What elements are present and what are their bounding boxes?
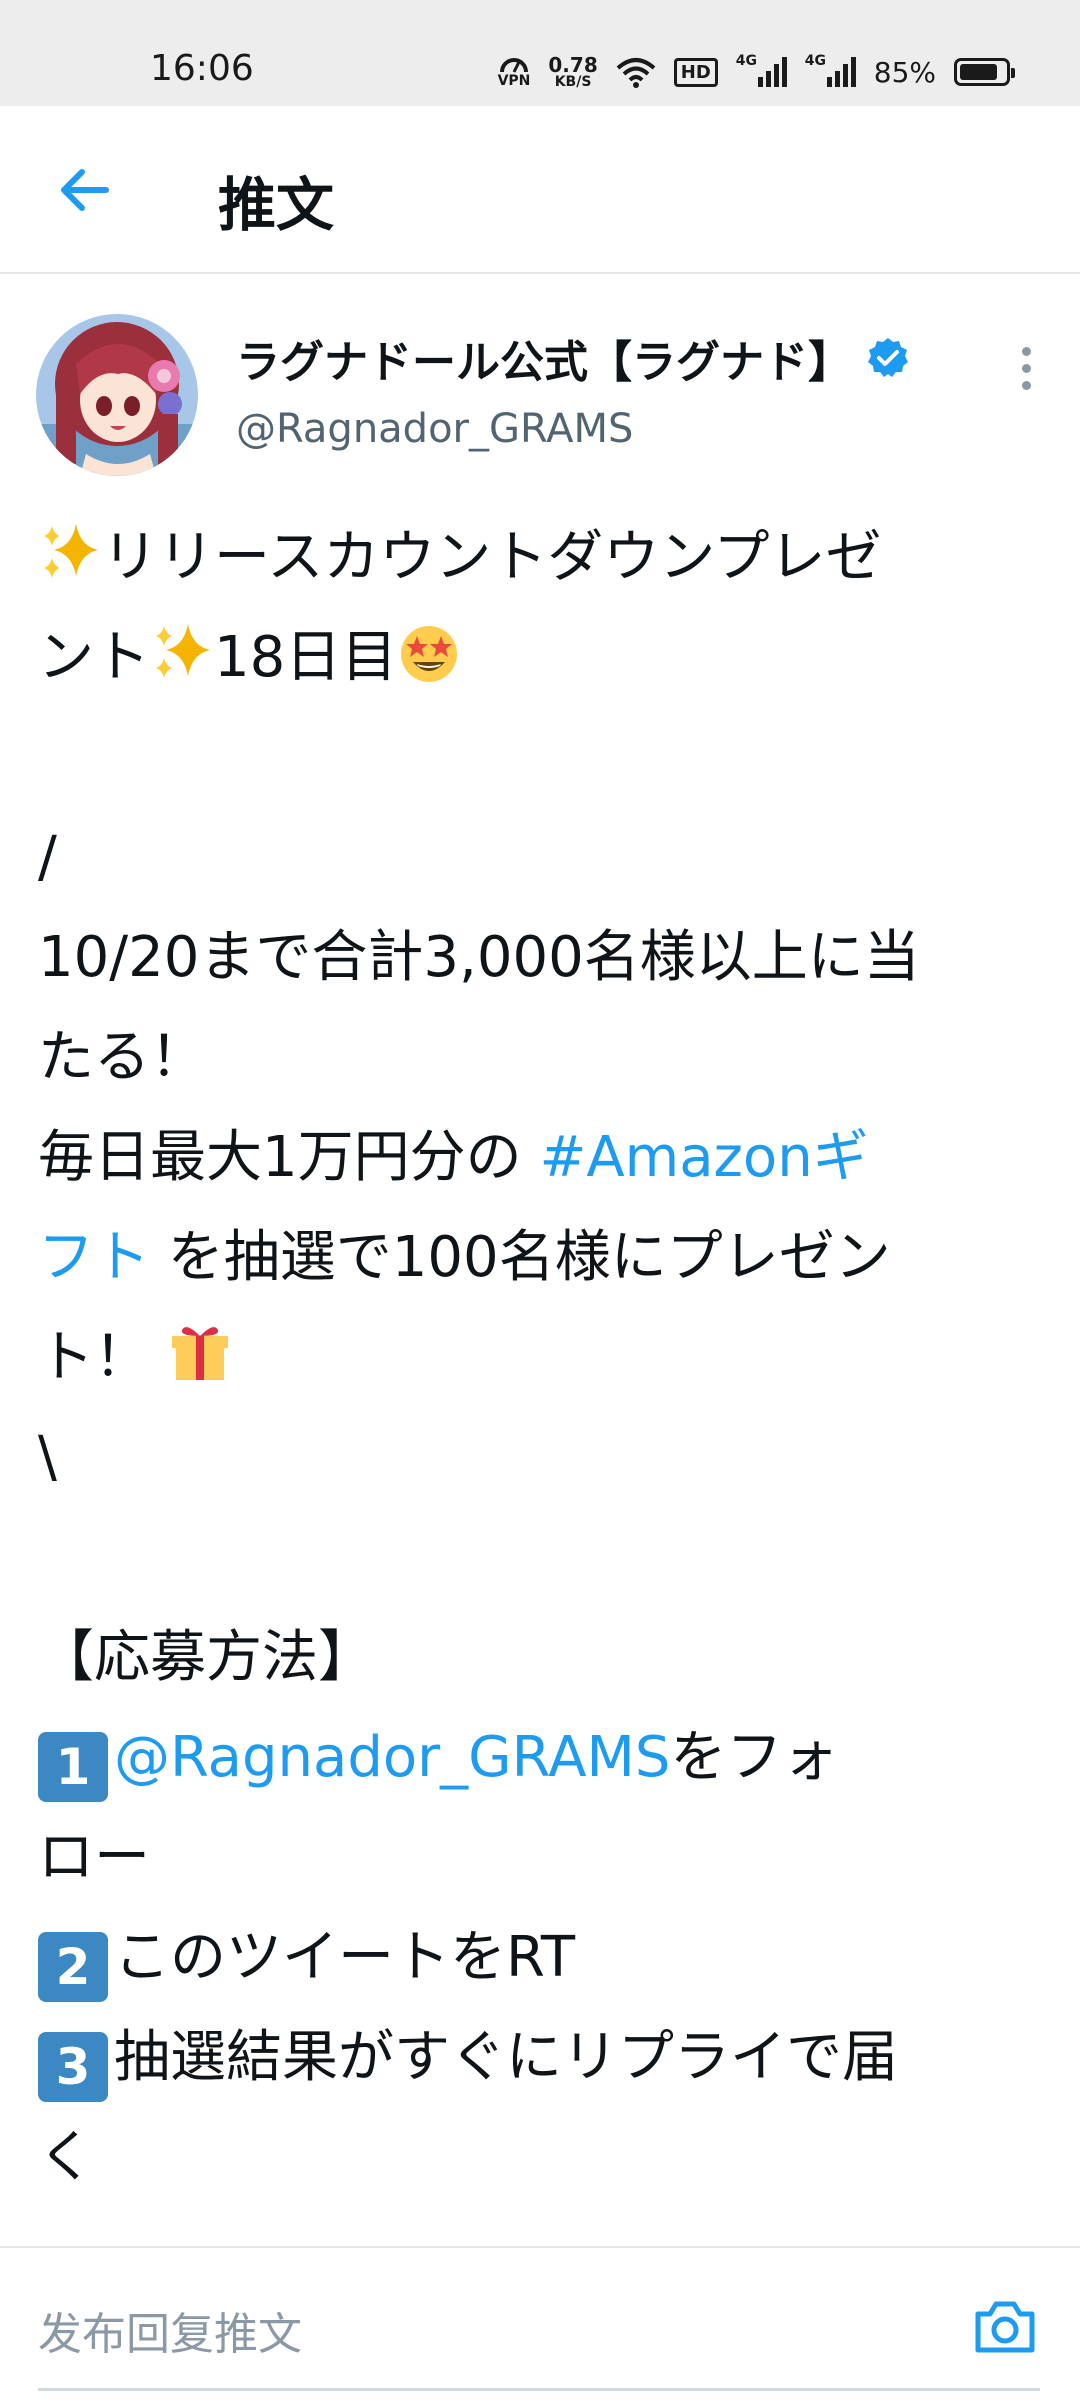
status-bar: 16:06 VPN 0.78 KB/S HD 4G 4G 85% (0, 0, 1080, 106)
star-struck-emoji-icon (401, 626, 458, 682)
tweet-line: 毎日最大1万円分の #Amazonギ (38, 1125, 869, 1190)
tweet-line: / (38, 825, 57, 890)
tweet-line: ト！ (38, 1308, 1048, 1408)
status-time: 16:06 (150, 48, 254, 89)
tweet-line: リリースカウントダウンプレゼ (38, 508, 1048, 608)
hashtag-link[interactable]: #Amazonギ (539, 1125, 868, 1190)
tweet-line: く (38, 2125, 94, 2190)
tweet-line: 2 このツイートをRT (38, 1908, 1048, 2008)
hd-badge: HD (673, 57, 718, 87)
battery-icon (954, 58, 1015, 86)
page-title: 推文 (218, 171, 335, 239)
tweet-line: ント 18日目 (38, 608, 1048, 708)
more-dots-icon (1021, 346, 1031, 356)
wifi-icon (616, 56, 656, 88)
tweet-line: 3 抽選結果がすぐにリプライで届 (38, 2008, 1048, 2108)
back-button[interactable] (50, 156, 118, 224)
tweet-line: 1 @Ragnador_GRAMSをフォ (38, 1708, 1048, 1808)
keycap-2-icon: 2 (38, 1932, 108, 2002)
gift-emoji-icon (171, 1327, 228, 1380)
battery-percent: 85% (873, 55, 936, 89)
vpn-icon: VPN (498, 56, 530, 88)
verified-badge-icon (868, 338, 908, 377)
tweet-text: リリースカウントダウンプレゼ ント 18日目 / 10/20まで合計3,000名様… (38, 508, 1048, 2208)
header: 推文 (0, 106, 1080, 274)
keycap-1-icon: 1 (38, 1732, 108, 1802)
tweet-line: 10/20まで合計3,000名様以上に当 (38, 925, 920, 990)
tweet-line: フト を抽選で100名様にプレゼン (38, 1225, 891, 1290)
more-options-button[interactable] (1006, 338, 1046, 398)
reply-input[interactable]: 发布回复推文 (38, 2298, 302, 2362)
sparkles-icon (156, 624, 210, 678)
mention-link[interactable]: @Ragnador_GRAMS (114, 1725, 670, 1790)
keycap-3-icon: 3 (38, 2032, 108, 2102)
signal-icon-1: 4G (736, 53, 787, 87)
tweet-line: 【応募方法】 (38, 1625, 374, 1690)
reply-bar: 发布回复推文 (0, 2246, 1080, 2400)
avatar[interactable] (36, 314, 198, 476)
author-row[interactable]: ラグナドール公式【ラグナド】 (236, 326, 910, 390)
sparkles-icon (44, 524, 98, 578)
tweet-line: ロー (38, 1825, 150, 1890)
signal-icon-2: 4G (805, 53, 856, 87)
hashtag-link[interactable]: フト (38, 1225, 150, 1290)
author-display-name: ラグナドール公式【ラグナド】 (236, 337, 852, 388)
arrow-left-icon (61, 169, 109, 211)
tweet-line: たる！ (38, 1025, 206, 1090)
net-speed: 0.78 KB/S (548, 53, 598, 90)
camera-button[interactable] (970, 2292, 1040, 2362)
camera-icon (975, 2301, 1035, 2353)
reply-underline (38, 2388, 1040, 2391)
tweet-line: \ (38, 1425, 57, 1490)
status-icons: VPN 0.78 KB/S HD 4G 4G 85% (498, 50, 1015, 94)
author-handle[interactable]: @Ragnador_GRAMS (236, 406, 633, 452)
